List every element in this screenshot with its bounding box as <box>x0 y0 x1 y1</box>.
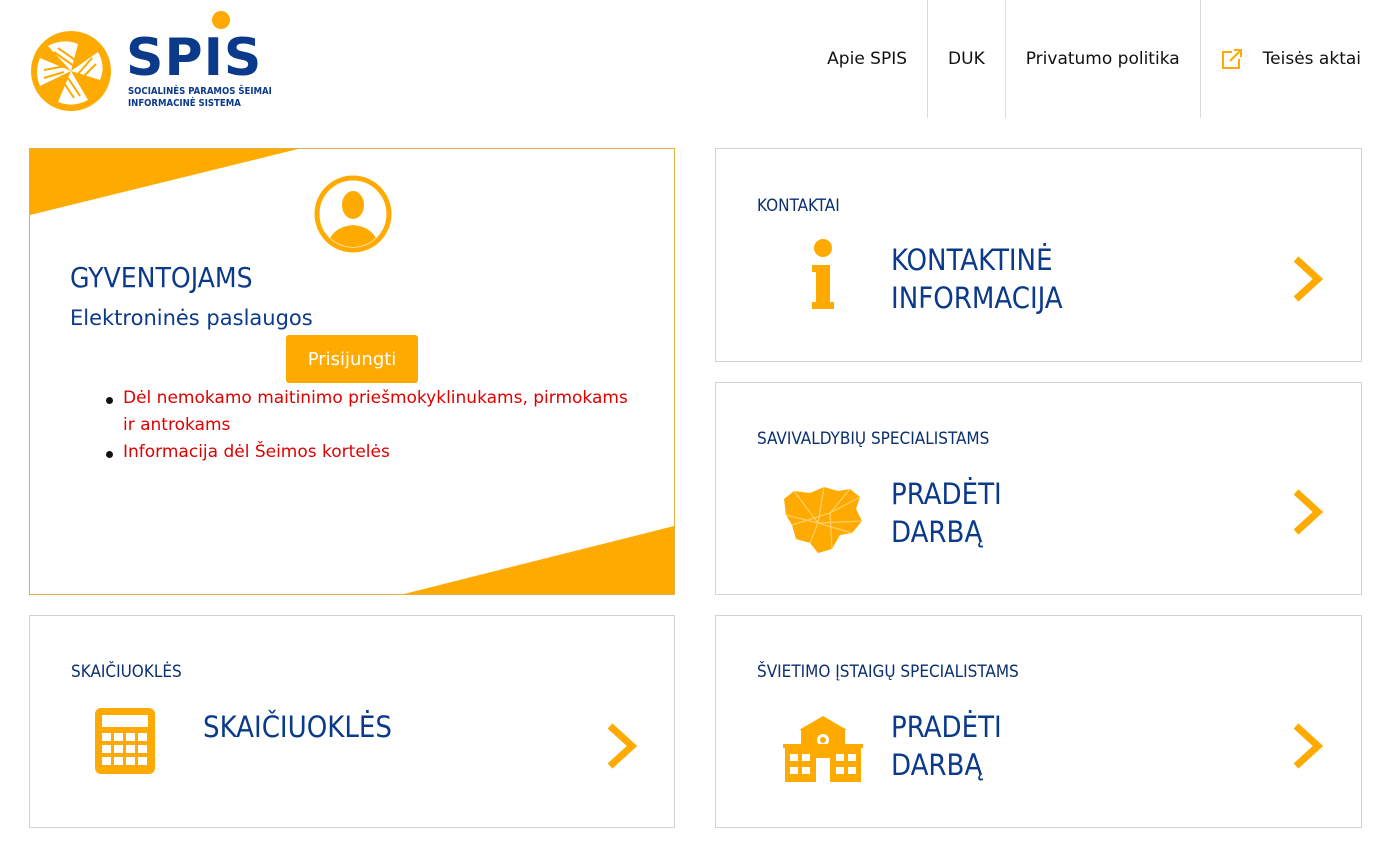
logo-dot <box>212 11 230 29</box>
list-item: Informacija dėl Šeimos kortelės <box>106 439 646 466</box>
login-button[interactable]: Prisijungti <box>286 335 418 383</box>
logo-subtitle-line1: SOCIALINĖS PARAMOS ŠEIMAI <box>128 86 272 97</box>
nav-privacy-policy[interactable]: Privatumo politika <box>1004 0 1200 118</box>
education-title: PRADĖTI DARBĄ <box>891 708 1002 784</box>
contacts-label: KONTAKTAI <box>757 196 840 216</box>
nav-about-spis[interactable]: Apie SPIS <box>807 0 927 118</box>
spis-logo[interactable]: SPIS SOCIALINĖS PARAMOS ŠEIMAI INFORMACI… <box>28 8 288 118</box>
lithuania-map-icon <box>784 486 863 553</box>
info-links-list: Dėl nemokamo maitinimo priešmokyklinukam… <box>106 385 646 466</box>
chevron-right-icon[interactable] <box>1290 488 1324 536</box>
contacts-title-line1: KONTAKTINĖ <box>891 243 1053 277</box>
residents-subtitle: Elektroninės paslaugos <box>70 306 313 330</box>
calculators-label: SKAIČIUOKLĖS <box>71 662 182 682</box>
nav-legal-acts[interactable]: Teisės aktai <box>1199 0 1381 118</box>
contacts-card[interactable]: KONTAKTAI KONTAKTINĖ INFORMACIJA <box>715 148 1362 362</box>
info-icon <box>812 239 834 309</box>
nav-faq[interactable]: DUK <box>927 0 1005 118</box>
education-title-line1: PRADĖTI <box>891 710 1002 744</box>
family-card-link[interactable]: Informacija dėl Šeimos kortelės <box>123 442 390 462</box>
calculators-title: SKAIČIUOKLĖS <box>203 710 392 744</box>
municipal-specialists-card[interactable]: SAVIVALDYBIŲ SPECIALISTAMS PRADĖTI DARBĄ <box>715 382 1362 595</box>
nav-legal-acts-label: Teisės aktai <box>1262 49 1361 69</box>
calculator-icon <box>95 708 155 774</box>
logo-wordmark: SPIS <box>126 28 263 88</box>
spis-emblem-icon <box>31 31 111 111</box>
site-header: SPIS SOCIALINĖS PARAMOS ŠEIMAI INFORMACI… <box>0 0 1399 120</box>
chevron-right-icon[interactable] <box>1290 722 1324 770</box>
external-link-icon <box>1221 49 1242 69</box>
chevron-right-icon[interactable] <box>604 722 638 770</box>
municipal-title: PRADĖTI DARBĄ <box>891 475 1002 551</box>
free-meals-link[interactable]: Dėl nemokamo maitinimo priešmokyklinukam… <box>123 388 628 408</box>
education-specialists-card[interactable]: ŠVIETIMO ĮSTAIGŲ SPECIALISTAMS PRADĖTI D… <box>715 615 1362 828</box>
school-building-icon <box>783 716 863 782</box>
calculators-card[interactable]: SKAIČIUOKLĖS SKAIČIUOKLĖS <box>29 615 675 828</box>
education-label: ŠVIETIMO ĮSTAIGŲ SPECIALISTAMS <box>757 662 1019 682</box>
chevron-right-icon[interactable] <box>1290 255 1324 303</box>
municipal-title-line1: PRADĖTI <box>891 477 1002 511</box>
residents-title: GYVENTOJAMS <box>70 261 253 294</box>
education-title-line2: DARBĄ <box>891 748 983 782</box>
top-nav: Apie SPIS DUK Privatumo politika Teisės … <box>807 0 1381 118</box>
list-item: Dėl nemokamo maitinimo priešmokyklinukam… <box>106 385 646 439</box>
municipal-title-line2: DARBĄ <box>891 515 983 549</box>
corner-triangle-top <box>30 149 298 215</box>
corner-triangle-bottom <box>404 526 674 594</box>
municipal-label: SAVIVALDYBIŲ SPECIALISTAMS <box>757 429 990 449</box>
logo-subtitle-line2: INFORMACINĖ SISTEMA <box>128 98 241 109</box>
contacts-title-line2: INFORMACIJA <box>891 281 1063 315</box>
free-meals-link-cont[interactable]: ir antrokams <box>123 415 230 435</box>
contacts-title: KONTAKTINĖ INFORMACIJA <box>891 241 1063 317</box>
user-avatar-icon <box>314 175 392 253</box>
residents-card: GYVENTOJAMS Elektroninės paslaugos Prisi… <box>29 148 675 595</box>
